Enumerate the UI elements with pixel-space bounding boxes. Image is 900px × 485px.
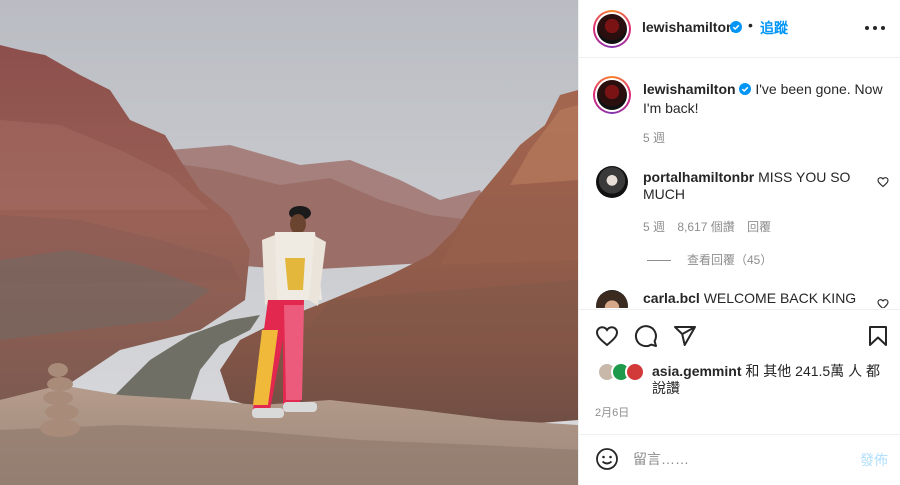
commenter-avatar[interactable] (596, 166, 628, 198)
view-replies-label: 查看回覆（45） (687, 253, 773, 267)
separator-dot: • (748, 17, 753, 33)
comment-meta: 5 週 8,617 個讚 回覆 (643, 218, 780, 235)
post-actions: asia.gemmint 和 其他 241.5萬 人 都說讚 2月6日 (579, 309, 900, 434)
comment-text: carla.bcl WELCOME BACK KING (643, 290, 863, 307)
comment-icon[interactable] (634, 324, 658, 348)
post-date: 2月6日 (595, 407, 630, 419)
bookmark-icon[interactable] (866, 324, 890, 348)
comment-username[interactable]: portalhamiltonbr (643, 169, 754, 185)
follow-button[interactable]: 追蹤 (760, 18, 788, 38)
caption-avatar[interactable] (593, 76, 631, 114)
post-photo[interactable] (0, 0, 578, 485)
author-avatar[interactable] (593, 10, 631, 48)
comment-username[interactable]: carla.bcl (643, 290, 700, 306)
caption-text: lewishamilton I've been gone. Now I'm ba… (643, 80, 883, 118)
post-comment-button[interactable]: 發佈 (860, 450, 888, 470)
add-comment-bar: 發佈 (579, 434, 900, 485)
comment-like-icon[interactable] (877, 176, 889, 188)
more-options-icon[interactable] (864, 18, 886, 36)
post-header: lewishamilton • 追蹤 (579, 0, 900, 58)
comment-text: portalhamiltonbr MISS YOU SO MUCH (643, 169, 863, 203)
replies-line (647, 260, 671, 261)
likes-summary[interactable]: asia.gemmint 和 其他 241.5萬 人 都說讚 (652, 363, 892, 397)
comment-input[interactable] (633, 448, 843, 470)
comment-like-icon[interactable] (877, 298, 889, 308)
share-icon[interactable] (673, 324, 697, 348)
heart-icon[interactable] (595, 324, 619, 348)
liker-avatars (597, 362, 653, 384)
liker-username[interactable]: asia.gemmint (652, 363, 741, 379)
comments-list[interactable]: lewishamilton I've been gone. Now I'm ba… (579, 58, 900, 308)
commenter-avatar[interactable] (596, 290, 628, 308)
canyon-photo (0, 0, 578, 485)
caption-username[interactable]: lewishamilton (643, 81, 736, 97)
reply-button[interactable]: 回覆 (747, 220, 771, 234)
author-username[interactable]: lewishamilton (642, 19, 735, 35)
verified-badge-icon (730, 21, 742, 33)
comment-body: WELCOME BACK KING (703, 290, 857, 306)
comment-likes[interactable]: 8,617 個讚 (677, 220, 734, 234)
view-replies-button[interactable]: 查看回覆（45） (647, 251, 772, 268)
comment-time: 5 週 (643, 220, 666, 234)
caption-time: 5 週 (643, 131, 666, 145)
verified-badge-icon (739, 83, 752, 95)
emoji-icon[interactable] (595, 447, 619, 471)
post-side-panel: lewishamilton • 追蹤 lewishamilton I've be… (578, 0, 900, 485)
